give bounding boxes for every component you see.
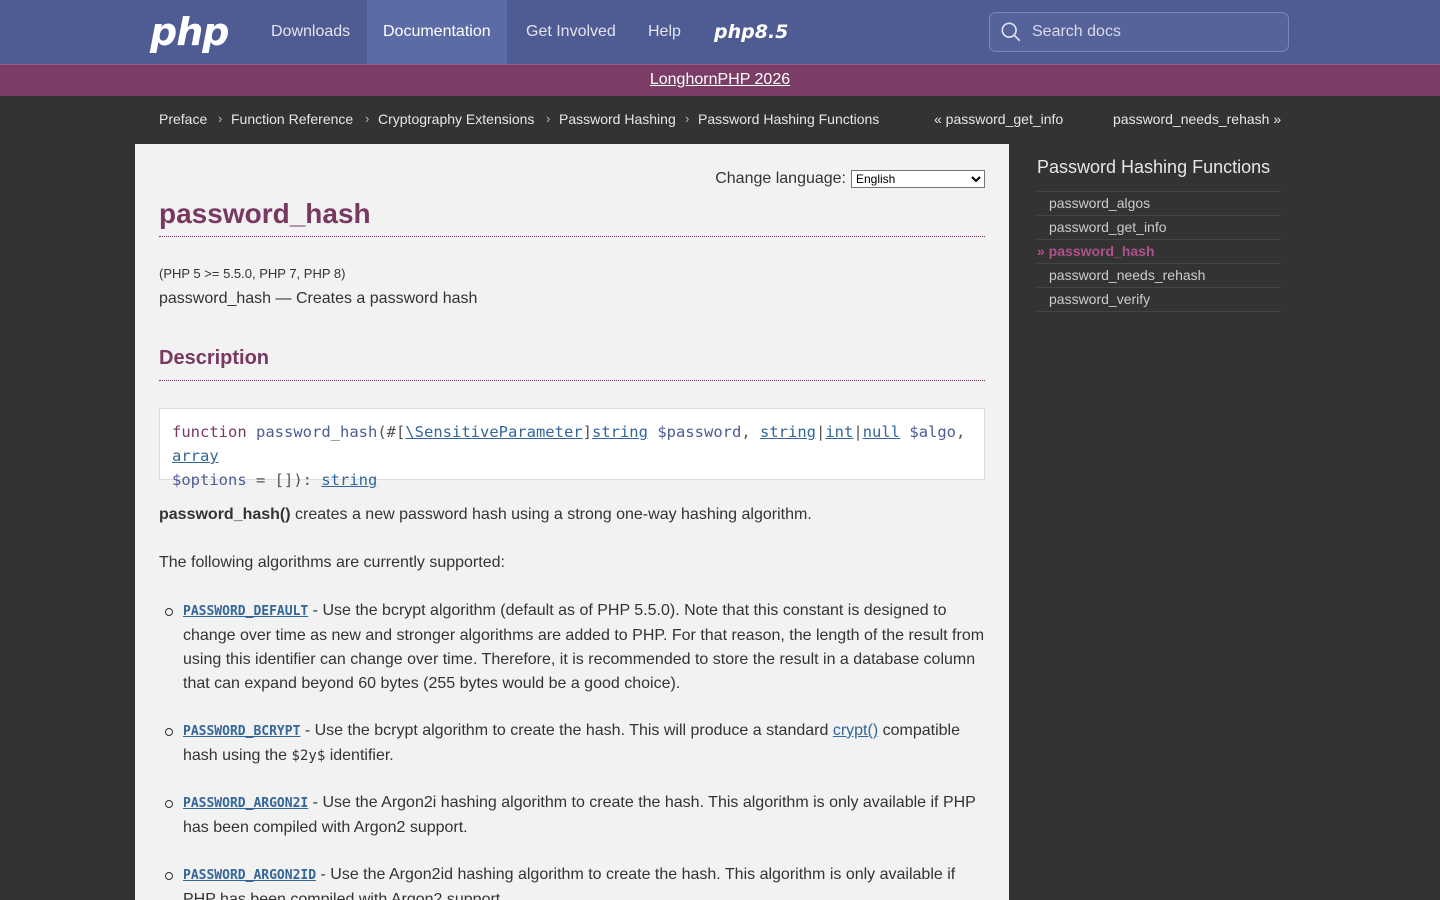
sidebar-item-password-algos[interactable]: password_algos [1037,192,1281,216]
synopsis-keyword: function [172,423,247,441]
constant-link-password-default[interactable]: PASSWORD_DEFAULT [183,604,308,619]
constant-link-password-bcrypt[interactable]: PASSWORD_BCRYPT [183,724,300,739]
synopsis-param-password: $password [657,423,742,441]
breadcrumb-function-reference[interactable]: Function Reference [231,111,353,127]
sidebar-item-password-hash[interactable]: » password_hash [1037,240,1281,264]
ref-purpose: password_hash — Creates a password hash [159,290,478,307]
sidebar-item-password-verify[interactable]: password_verify [1037,288,1281,312]
list-item: PASSWORD_DEFAULT - Use the bcrypt algori… [159,599,985,695]
constant-link-password-argon2i[interactable]: PASSWORD_ARGON2I [183,796,308,811]
version-info: (PHP 5 >= 5.5.0, PHP 7, PHP 8) [159,266,346,281]
synopsis-default: = [] [246,471,294,489]
search-box[interactable] [989,12,1289,52]
synopsis-punct: | [853,423,863,441]
synopsis-punct: , [741,423,760,441]
next-page-link[interactable]: password_needs_rehash » [1113,111,1281,127]
constant-link-password-argon2id[interactable]: PASSWORD_ARGON2ID [183,868,316,883]
sidebar: Password Hashing Functions password_algo… [1013,144,1440,900]
breadcrumb-separator: › [365,111,370,126]
change-language-label: Change language: [715,170,846,187]
description-heading: Description [159,347,985,381]
method-synopsis: function password_hash(#[\SensitiveParam… [159,408,985,489]
breadcrumb-password-hashing-functions[interactable]: Password Hashing Functions [698,111,879,127]
identifier-literal: $2y$ [291,748,326,764]
search-input[interactable] [1032,23,1272,41]
breadcrumb-separator: › [218,111,223,126]
synopsis-type-int[interactable]: int [825,423,853,441]
algorithm-description: - Use the bcrypt algorithm to create the… [300,722,833,739]
intro-paragraph: password_hash() creates a new password h… [159,503,985,527]
top-navigation: php Downloads Documentation Get Involved… [0,0,1440,64]
banner-link[interactable]: LonghornPHP 2026 [650,71,790,88]
php-release-badge[interactable]: php8.5 [714,18,788,46]
nav-help[interactable]: Help [632,0,697,64]
breadcrumb-separator: › [546,111,551,126]
synopsis-type-array[interactable]: array [172,447,219,465]
synopsis-return-type[interactable]: string [321,471,377,489]
synopsis-function-name: password_hash [256,423,378,441]
sidebar-title[interactable]: Password Hashing Functions [1037,157,1281,178]
synopsis-punct: (#[ [377,423,406,441]
synopsis-param-algo: $algo [909,423,957,441]
nav-downloads[interactable]: Downloads [255,0,366,64]
sidebar-list: password_algos password_get_info » passw… [1037,191,1281,312]
nav-documentation[interactable]: Documentation [367,0,507,64]
synopsis-param-options: $options [172,471,247,489]
synopsis-punct: , [956,423,966,441]
event-banner: LonghornPHP 2026 [0,64,1440,96]
search-icon [1001,22,1021,42]
sidebar-item-password-get-info[interactable]: password_get_info [1037,216,1281,240]
breadcrumb-preface[interactable]: Preface [159,111,207,127]
breadcrumb-cryptography-extensions[interactable]: Cryptography Extensions [378,111,534,127]
breadcrumb-separator: › [685,111,690,126]
list-item: PASSWORD_ARGON2I - Use the Argon2i hashi… [159,791,985,839]
synopsis-type-null[interactable]: null [863,423,900,441]
algorithm-list: PASSWORD_DEFAULT - Use the bcrypt algori… [159,599,985,900]
list-item: PASSWORD_BCRYPT - Use the bcrypt algorit… [159,719,985,767]
list-item: PASSWORD_ARGON2ID - Use the Argon2id has… [159,863,985,900]
breadcrumb-password-hashing[interactable]: Password Hashing [559,111,676,127]
synopsis-type-string[interactable]: string [760,423,816,441]
page-title: password_hash [159,198,985,237]
language-select[interactable]: English [851,170,985,188]
crypt-function-link[interactable]: crypt() [833,722,878,739]
synopsis-punct: ] [582,423,592,441]
intro-text: creates a new password hash using a stro… [290,506,812,523]
synopsis-punct: | [816,423,826,441]
algorithms-intro: The following algorithms are currently s… [159,554,505,571]
breadcrumb: Preface › Function Reference › Cryptogra… [0,96,1440,144]
synopsis-attribute[interactable]: \SensitiveParameter [405,423,582,441]
intro-function-name: password_hash() [159,506,291,523]
main-content: Change language: English password_hash (… [135,144,1009,900]
prev-page-link[interactable]: « password_get_info [934,111,1063,127]
algorithm-description: identifier. [325,747,394,764]
sidebar-item-password-needs-rehash[interactable]: password_needs_rehash [1037,264,1281,288]
synopsis-punct: ): [293,471,322,489]
nav-get-involved[interactable]: Get Involved [510,0,632,64]
synopsis-type-string[interactable]: string [592,423,648,441]
change-language: Change language: English [715,170,985,188]
php-logo[interactable]: php [150,10,229,54]
